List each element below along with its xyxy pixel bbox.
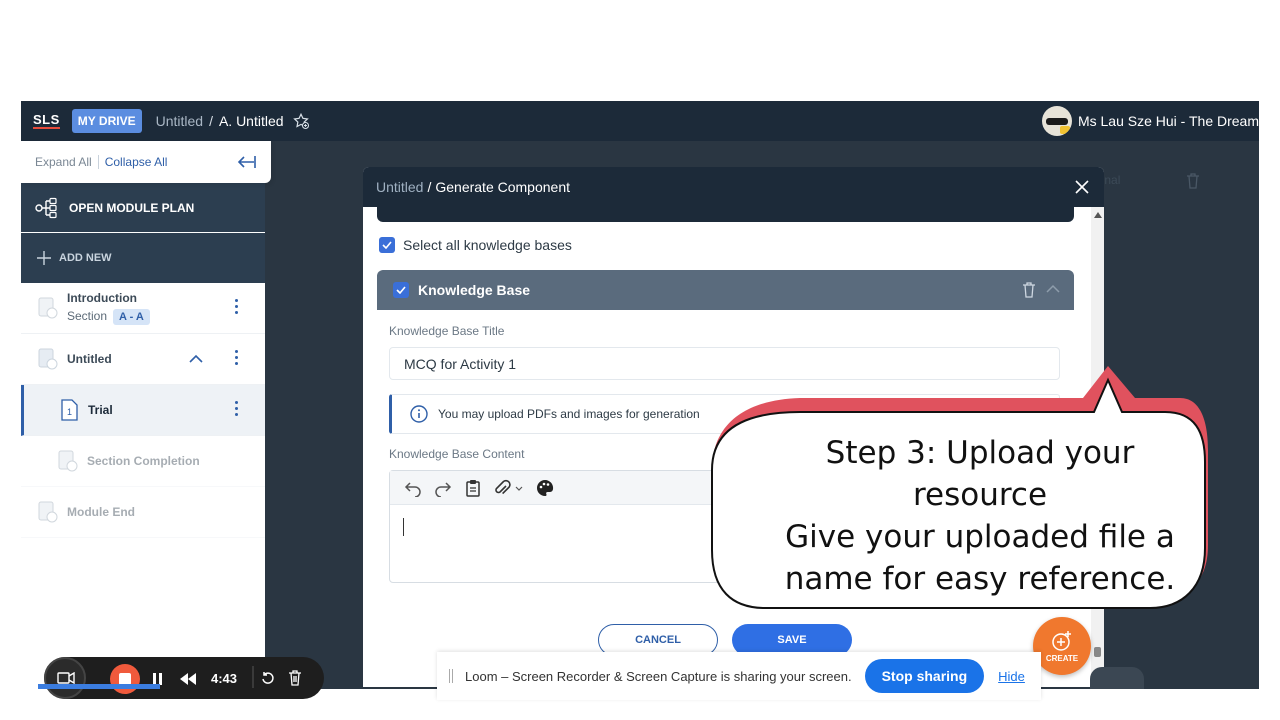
callout-text: Step 3: Upload your resource Give your u… [745, 432, 1215, 600]
screen: SLS MY DRIVE Untitled / A. Untitled Ms Lau… [0, 0, 1280, 720]
callout-line-2: resource [912, 477, 1048, 513]
callout-line-3: Give your uploaded file a [785, 519, 1175, 555]
callout-line-1: Step 3: Upload your [825, 435, 1135, 471]
expand-collapse-row: Expand All Collapse All [21, 141, 271, 183]
collapse-all-link[interactable]: Collapse All [97, 155, 167, 169]
expand-all-link[interactable]: Expand All [35, 155, 92, 169]
callout-bubble [711, 366, 1208, 609]
collapse-sidebar-icon[interactable] [237, 153, 257, 171]
callout-line-4: name for easy reference. [784, 561, 1176, 597]
